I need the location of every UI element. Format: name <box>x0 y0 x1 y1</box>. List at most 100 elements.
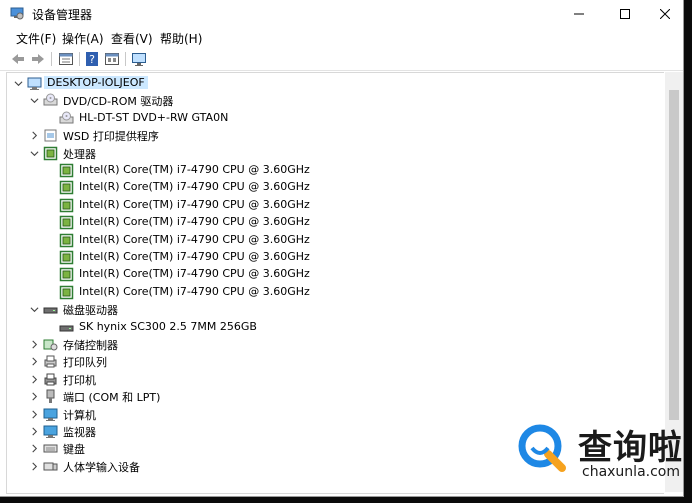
chevron-right-icon[interactable] <box>29 353 39 370</box>
back-button[interactable] <box>10 51 26 67</box>
tree-item-label: 存储控制器 <box>63 339 118 352</box>
close-icon <box>660 9 670 19</box>
chevron-down-icon[interactable] <box>29 145 39 162</box>
menu-action[interactable]: 操作(A) <box>62 30 104 47</box>
tree-item[interactable]: SK hynix SC300 2.5 7MM 256GB <box>7 319 664 336</box>
printer-provider-icon <box>43 128 58 143</box>
scrollbar-thumb[interactable] <box>669 90 679 420</box>
tree-item[interactable]: Intel(R) Core(TM) i7-4790 CPU @ 3.60GHz <box>7 179 664 196</box>
chevron-down-icon[interactable] <box>13 75 23 92</box>
chevron-right-icon[interactable] <box>29 371 39 388</box>
disk-drive-icon <box>59 320 74 335</box>
tree-item-label: 打印机 <box>63 373 96 387</box>
tree-item[interactable]: Intel(R) Core(TM) i7-4790 CPU @ 3.60GHz <box>7 249 664 266</box>
tree-item[interactable]: 打印机 <box>7 371 664 388</box>
chevron-right-icon[interactable] <box>29 127 39 144</box>
menu-view[interactable]: 查看(V) <box>111 30 153 47</box>
tree-item-label: DESKTOP-IOLJEOF <box>44 76 148 89</box>
menu-bar: 文件(F) 操作(A) 查看(V) 帮助(H) <box>0 28 683 48</box>
title-bar[interactable]: 设备管理器 <box>0 0 683 28</box>
processor-icon <box>59 250 74 265</box>
tree-item[interactable]: Intel(R) Core(TM) i7-4790 CPU @ 3.60GHz <box>7 266 664 283</box>
watermark-name: 查询啦 <box>578 428 683 468</box>
dvd-drive-icon <box>43 93 58 108</box>
view-icon <box>105 53 119 65</box>
tree-item-label: 监视器 <box>63 426 96 439</box>
keyboard-icon <box>43 441 58 456</box>
tree-item-label: 键盘 <box>63 443 85 457</box>
tree-item[interactable]: 处理器 <box>7 145 664 162</box>
scan-hardware-button[interactable] <box>131 51 147 67</box>
tree-item-label: Intel(R) Core(TM) i7-4790 CPU @ 3.60GHz <box>79 215 310 229</box>
tree-item-label: Intel(R) Core(TM) i7-4790 CPU @ 3.60GHz <box>79 197 310 211</box>
tree-item[interactable]: HL-DT-ST DVD+-RW GTA0N <box>7 110 664 127</box>
monitor-icon <box>43 424 58 439</box>
tree-item[interactable]: WSD 打印提供程序 <box>7 127 664 144</box>
chevron-right-icon[interactable] <box>29 406 39 423</box>
processor-icon <box>59 163 74 178</box>
tree-item-label: WSD 打印提供程序 <box>63 130 159 144</box>
chevron-right-icon[interactable] <box>29 440 39 457</box>
storage-controller-icon <box>43 337 58 352</box>
tree-item-label: Intel(R) Core(TM) i7-4790 CPU @ 3.60GHz <box>79 284 310 298</box>
tree-item-label: Intel(R) Core(TM) i7-4790 CPU @ 3.60GHz <box>79 163 310 176</box>
tree-item[interactable]: Intel(R) Core(TM) i7-4790 CPU @ 3.60GHz <box>7 197 664 214</box>
watermark: 查询啦 chaxunla.com <box>512 418 688 498</box>
device-manager-icon <box>10 7 24 20</box>
toolbar-separator <box>125 52 126 66</box>
tree-item[interactable]: Intel(R) Core(TM) i7-4790 CPU @ 3.60GHz <box>7 214 664 231</box>
chevron-right-icon[interactable] <box>29 336 39 353</box>
tree-item-label: 打印队列 <box>63 356 107 370</box>
tree-item-label: Intel(R) Core(TM) i7-4790 CPU @ 3.60GHz <box>79 250 310 263</box>
chevron-down-icon[interactable] <box>29 92 39 109</box>
tree-item-label: 磁盘驱动器 <box>63 304 118 318</box>
svg-text:?: ? <box>89 53 95 66</box>
tree-item[interactable]: Intel(R) Core(TM) i7-4790 CPU @ 3.60GHz <box>7 232 664 249</box>
menu-help[interactable]: 帮助(H) <box>160 30 202 47</box>
minimize-icon <box>574 13 584 15</box>
tree-item[interactable]: 磁盘驱动器 <box>7 301 664 318</box>
tree-item-label: 端口 (COM 和 LPT) <box>63 391 161 405</box>
tree-item[interactable]: Intel(R) Core(TM) i7-4790 CPU @ 3.60GHz <box>7 284 664 301</box>
tree-item[interactable]: 端口 (COM 和 LPT) <box>7 388 664 405</box>
tree-item[interactable]: DESKTOP-IOLJEOF <box>7 75 664 92</box>
tree-item-label: 计算机 <box>63 408 96 422</box>
processor-icon <box>59 198 74 213</box>
menu-file[interactable]: 文件(F) <box>16 30 56 47</box>
toolbar-separator <box>79 52 80 66</box>
tree-item[interactable]: DVD/CD-ROM 驱动器 <box>7 92 664 109</box>
tree-item-label: SK hynix SC300 2.5 7MM 256GB <box>79 319 257 333</box>
arrow-left-icon <box>12 54 24 64</box>
tree-item-label: 处理器 <box>63 147 96 161</box>
chevron-right-icon[interactable] <box>29 423 39 440</box>
port-icon <box>43 389 58 404</box>
tree-item-label: HL-DT-ST DVD+-RW GTA0N <box>79 110 229 124</box>
chevron-right-icon[interactable] <box>29 458 39 475</box>
tree-item[interactable]: 打印队列 <box>7 353 664 370</box>
minimize-button[interactable] <box>556 0 602 28</box>
arrow-right-icon <box>32 54 44 64</box>
print-queue-icon <box>43 354 58 369</box>
tree-item-label: 人体学输入设备 <box>63 460 140 474</box>
forward-button[interactable] <box>30 51 46 67</box>
toolbar: ? <box>0 48 683 71</box>
tree-item[interactable]: 存储控制器 <box>7 336 664 353</box>
help-button[interactable]: ? <box>84 51 100 67</box>
computer-icon <box>27 76 42 91</box>
tree-item[interactable]: Intel(R) Core(TM) i7-4790 CPU @ 3.60GHz <box>7 162 664 179</box>
processor-icon <box>59 180 74 195</box>
help-icon: ? <box>86 52 98 66</box>
chevron-right-icon[interactable] <box>29 388 39 405</box>
properties-icon <box>59 53 73 65</box>
toolbar-separator <box>51 52 52 66</box>
dvd-drive-icon <box>59 111 74 126</box>
properties-button[interactable] <box>58 51 74 67</box>
processor-icon <box>59 285 74 300</box>
monitor-scan-icon <box>132 53 146 66</box>
view-button[interactable] <box>104 51 120 67</box>
printer-icon <box>43 372 58 387</box>
processor-icon <box>59 215 74 230</box>
chevron-down-icon[interactable] <box>29 301 39 318</box>
close-button[interactable] <box>642 0 683 28</box>
maximize-icon <box>620 9 630 19</box>
